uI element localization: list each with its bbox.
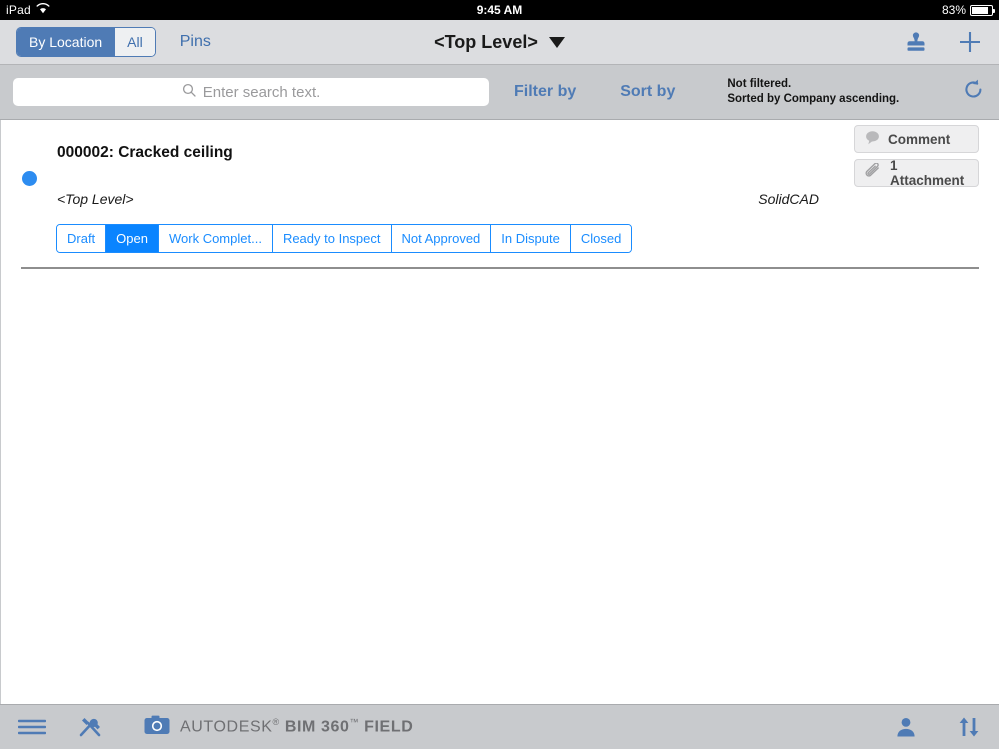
chevron-down-icon[interactable] bbox=[548, 36, 565, 48]
top-navigation-bar: By Location All Pins <Top Level> bbox=[0, 20, 999, 65]
issue-company: SolidCAD bbox=[758, 191, 819, 207]
ios-status-bar: iPad 9:45 AM 83% bbox=[0, 0, 999, 20]
sync-arrows-icon[interactable] bbox=[957, 716, 981, 738]
device-name: iPad bbox=[6, 3, 31, 17]
status-closed[interactable]: Closed bbox=[569, 225, 632, 252]
issue-location: <Top Level> bbox=[57, 191, 134, 207]
stamp-icon[interactable] bbox=[905, 30, 927, 54]
status-bar-right: 83% bbox=[941, 3, 995, 17]
view-mode-segmented-control[interactable]: By Location All bbox=[16, 27, 156, 57]
comment-icon bbox=[864, 130, 881, 148]
comment-button[interactable]: Comment bbox=[854, 125, 979, 153]
filter-status-line-1: Not filtered. bbox=[727, 77, 792, 90]
brand-autodesk: AUTODESK bbox=[180, 718, 273, 736]
status-work-complete[interactable]: Work Complet... bbox=[157, 225, 272, 252]
search-icon bbox=[182, 83, 196, 102]
filter-status-text: Not filtered. Sorted by Company ascendin… bbox=[727, 77, 899, 107]
segment-all[interactable]: All bbox=[114, 28, 155, 56]
search-filter-toolbar: Enter search text. Filter by Sort by Not… bbox=[0, 65, 999, 120]
bottom-toolbar-actions bbox=[895, 716, 981, 738]
issue-title: 000002: Cracked ceiling bbox=[57, 144, 233, 161]
filter-status-line-2: Sorted by Company ascending. bbox=[727, 93, 900, 105]
app-root: iPad 9:45 AM 83% By Location All Pins <T… bbox=[0, 0, 999, 749]
brand-block: AUTODESK® BIM 360™ FIELD bbox=[144, 715, 413, 740]
brand-tm-mark: ™ bbox=[349, 717, 360, 728]
brand-label: AUTODESK® BIM 360™ FIELD bbox=[180, 717, 413, 736]
status-draft[interactable]: Draft bbox=[57, 225, 106, 252]
camera-icon[interactable] bbox=[144, 715, 170, 740]
status-bar-clock: 9:45 AM bbox=[476, 3, 523, 17]
attachment-button[interactable]: 1 Attachment bbox=[854, 158, 979, 188]
sort-by-button[interactable]: Sort by bbox=[620, 83, 675, 101]
refresh-icon[interactable] bbox=[961, 77, 986, 107]
page-title: <Top Level> bbox=[434, 31, 538, 52]
issue-status-segmented-control: Draft Open Work Complet... Ready to Insp… bbox=[56, 224, 633, 253]
status-not-approved[interactable]: Not Approved bbox=[390, 225, 491, 252]
wifi-icon bbox=[36, 2, 50, 17]
status-open[interactable]: Open bbox=[105, 225, 158, 252]
search-placeholder: Enter search text. bbox=[202, 83, 321, 101]
brand-bim360: BIM 360 bbox=[284, 718, 350, 736]
pins-button[interactable]: Pins bbox=[180, 33, 211, 51]
battery-percent-label: 83% bbox=[941, 3, 966, 17]
person-icon[interactable] bbox=[895, 716, 917, 738]
status-in-dispute[interactable]: In Dispute bbox=[490, 225, 570, 252]
battery-icon bbox=[970, 4, 995, 16]
issue-list: 000002: Cracked ceiling <Top Level> Soli… bbox=[0, 120, 999, 704]
segment-by-location[interactable]: By Location bbox=[17, 28, 115, 56]
attachment-label: 1 Attachment bbox=[890, 158, 965, 188]
status-bar-left: iPad bbox=[6, 2, 50, 17]
tools-icon[interactable] bbox=[78, 716, 102, 738]
hamburger-menu-icon[interactable] bbox=[18, 718, 46, 736]
status-ready-to-inspect[interactable]: Ready to Inspect bbox=[271, 225, 391, 252]
comment-label: Comment bbox=[888, 131, 951, 147]
issue-actions: Comment 1 Attachment bbox=[854, 125, 979, 188]
status-dot-icon bbox=[22, 171, 37, 186]
bottom-toolbar: AUTODESK® BIM 360™ FIELD bbox=[0, 704, 999, 749]
search-input[interactable]: Enter search text. bbox=[13, 78, 489, 106]
brand-registered-mark: ® bbox=[272, 717, 280, 728]
paperclip-icon bbox=[864, 162, 883, 183]
navbar-actions bbox=[905, 29, 983, 55]
plus-icon[interactable] bbox=[957, 29, 983, 55]
list-item-divider bbox=[21, 267, 979, 269]
brand-field: FIELD bbox=[364, 718, 414, 736]
filter-by-button[interactable]: Filter by bbox=[514, 83, 576, 101]
